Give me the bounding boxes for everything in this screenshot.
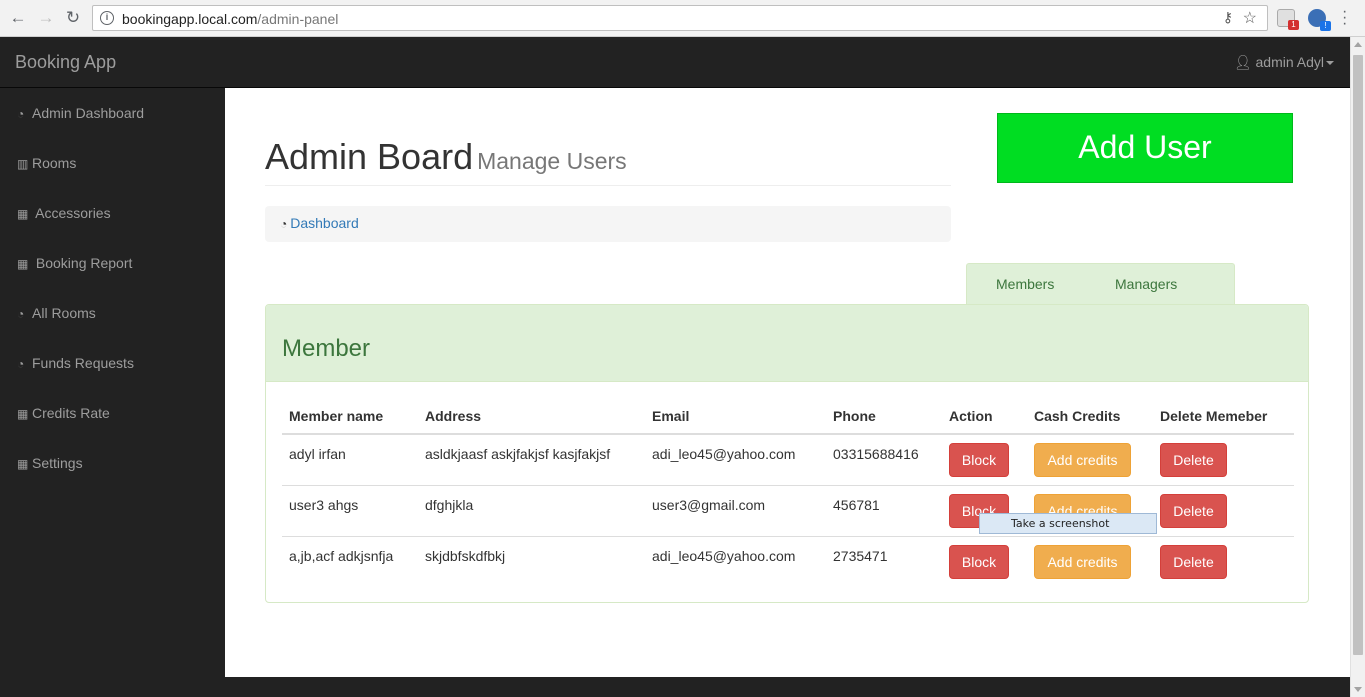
row-divider xyxy=(282,485,1294,486)
url-path: /admin-panel xyxy=(257,11,339,27)
browser-menu-icon[interactable]: · · · xyxy=(1342,4,1347,32)
sidebar: ◔ Admin Dashboard ▥ Rooms ▦ Accessories ▦ … xyxy=(0,88,225,697)
column-header-delete: Delete Memeber xyxy=(1160,408,1268,424)
table-icon: ▦ xyxy=(17,207,29,221)
scroll-down-icon[interactable] xyxy=(1354,687,1362,692)
shield-extension-icon[interactable]: 1 xyxy=(1277,9,1299,30)
user-dropdown[interactable]: 👤︎ admin Adyl xyxy=(1234,54,1334,71)
panel-heading: Member xyxy=(266,305,1308,382)
sidebar-item-label: Accessories xyxy=(35,205,111,221)
breadcrumb-dashboard-link[interactable]: Dashboard xyxy=(290,215,359,231)
dashboard-icon: ◔ xyxy=(17,107,25,121)
page-subtitle: Manage Users xyxy=(477,148,627,174)
top-navbar: Booking App 👤︎ admin Adyl xyxy=(0,37,1350,88)
address-cell: dfghjkla xyxy=(425,497,474,513)
phone-cell: 2735471 xyxy=(833,548,888,564)
email-cell: adi_leo45@yahoo.com xyxy=(652,446,796,462)
key-icon[interactable]: ⚷ xyxy=(1223,9,1233,26)
sidebar-item-label: Settings xyxy=(32,455,83,471)
sidebar-item-all-rooms[interactable]: ◔ All Rooms xyxy=(0,288,225,338)
sidebar-item-rooms[interactable]: ▥ Rooms xyxy=(0,138,225,188)
address-cell: asldkjaasf askjfakjsf kasjfakjsf xyxy=(425,446,611,462)
delete-button[interactable]: Delete xyxy=(1160,545,1227,579)
member-panel: Member Member name Address Email Phone A… xyxy=(265,304,1309,603)
reload-icon[interactable]: ↻ xyxy=(63,8,83,28)
block-button[interactable]: Block xyxy=(949,443,1009,477)
user-name: admin Adyl xyxy=(1255,54,1324,70)
address-cell: skjdbfskdfbkj xyxy=(425,548,506,564)
sidebar-item-label: Credits Rate xyxy=(32,405,110,421)
table-icon: ▦ xyxy=(17,407,29,421)
email-cell: user3@gmail.com xyxy=(652,497,766,513)
row-divider xyxy=(282,536,1294,537)
member-name-cell: a,jb,acf adkjsnfja xyxy=(289,548,394,564)
delete-button[interactable]: Delete xyxy=(1160,443,1227,477)
table-icon: ▦ xyxy=(17,257,29,271)
tab-managers[interactable]: Managers xyxy=(1115,276,1177,292)
scroll-up-icon[interactable] xyxy=(1354,42,1362,47)
sidebar-item-accessories[interactable]: ▦ Accessories xyxy=(0,188,225,238)
add-user-button[interactable]: Add User xyxy=(997,113,1293,183)
brand-link[interactable]: Booking App xyxy=(15,52,116,73)
sidebar-item-label: Admin Dashboard xyxy=(32,105,145,121)
add-credits-button[interactable]: Add credits xyxy=(1034,545,1131,579)
address-bar[interactable]: i bookingapp.local.com/admin-panel ⚷ ☆ xyxy=(92,5,1268,31)
sidebar-item-booking-report[interactable]: ▦ Booking Report xyxy=(0,238,225,288)
info-icon[interactable]: i xyxy=(100,11,114,25)
table-icon: ▦ xyxy=(17,457,29,471)
column-header-member-name: Member name xyxy=(289,408,384,424)
url-text: bookingapp.local.com/admin-panel xyxy=(122,11,338,27)
forward-icon[interactable]: → xyxy=(36,8,56,28)
dashboard-icon: ◔ xyxy=(17,357,25,371)
table-header-divider xyxy=(282,433,1294,435)
title-divider xyxy=(265,185,951,186)
column-header-cash-credits: Cash Credits xyxy=(1034,408,1121,424)
screenshot-tooltip: Take a screenshot xyxy=(979,513,1157,534)
page-title-text: Admin Board xyxy=(265,136,474,177)
dashboard-icon: ◔ xyxy=(280,217,288,231)
back-icon[interactable]: ← xyxy=(8,8,28,28)
page-footer xyxy=(225,677,1350,697)
phone-cell: 456781 xyxy=(833,497,880,513)
delete-button[interactable]: Delete xyxy=(1160,494,1227,528)
user-icon: 👤︎ xyxy=(1233,54,1252,70)
tab-members[interactable]: Members xyxy=(996,276,1054,292)
column-header-action: Action xyxy=(949,408,993,424)
page-scrollbar[interactable] xyxy=(1350,37,1365,697)
bar-chart-icon: ▥ xyxy=(17,157,29,171)
extension-badge: ! xyxy=(1320,21,1331,31)
breadcrumb: ◔ Dashboard xyxy=(265,206,951,242)
scroll-thumb[interactable] xyxy=(1353,55,1363,655)
phone-cell: 03315688416 xyxy=(833,446,919,462)
member-name-cell: adyl irfan xyxy=(289,446,346,462)
page-title: Admin Board Manage Users xyxy=(265,136,627,178)
member-name-cell: user3 ahgs xyxy=(289,497,359,513)
caret-down-icon xyxy=(1326,61,1334,66)
sidebar-item-label: All Rooms xyxy=(32,305,96,321)
column-header-email: Email xyxy=(652,408,690,424)
url-host: bookingapp.local.com xyxy=(122,11,258,27)
bookmark-star-icon[interactable]: ☆ xyxy=(1243,8,1257,28)
sidebar-item-label: Booking Report xyxy=(35,255,133,271)
sidebar-item-label: Funds Requests xyxy=(32,355,134,371)
column-header-phone: Phone xyxy=(833,408,876,424)
dashboard-icon: ◔ xyxy=(17,307,25,321)
add-credits-button[interactable]: Add credits xyxy=(1034,443,1131,477)
sidebar-item-settings[interactable]: ▦ Settings xyxy=(0,438,225,488)
panel-title: Member xyxy=(282,335,371,362)
sidebar-item-funds-requests[interactable]: ◔ Funds Requests xyxy=(0,338,225,388)
block-button[interactable]: Block xyxy=(949,545,1009,579)
sidebar-item-credits-rate[interactable]: ▦ Credits Rate xyxy=(0,388,225,438)
email-cell: adi_leo45@yahoo.com xyxy=(652,548,796,564)
user-type-tabs: Members Managers xyxy=(966,263,1235,305)
extension-badge: 1 xyxy=(1288,20,1299,30)
sidebar-item-admin-dashboard[interactable]: ◔ Admin Dashboard xyxy=(0,88,225,138)
sidebar-item-label: Rooms xyxy=(32,155,77,171)
globe-extension-icon[interactable]: ! xyxy=(1308,9,1331,31)
column-header-address: Address xyxy=(425,408,482,424)
browser-toolbar: ← → ↻ i bookingapp.local.com/admin-panel… xyxy=(0,0,1365,37)
